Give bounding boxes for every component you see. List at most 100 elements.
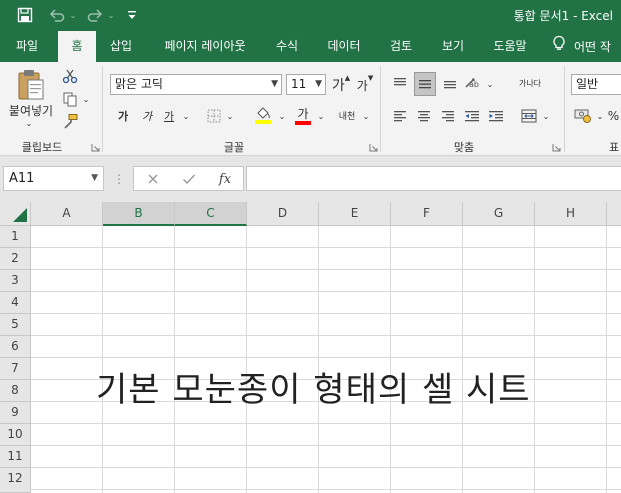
font-name-dropdown-icon: ▼ [271, 79, 278, 89]
gridline [246, 226, 247, 493]
gridline [534, 226, 535, 493]
row-header[interactable]: 2 [0, 248, 31, 270]
decrease-indent-icon[interactable] [462, 106, 482, 126]
column-header[interactable]: F [391, 202, 463, 226]
column-header[interactable]: C [175, 202, 247, 226]
row-header[interactable]: 3 [0, 270, 31, 292]
font-name-value: 맑은 고딕 [115, 77, 163, 91]
align-right-icon[interactable] [438, 106, 458, 126]
save-icon[interactable] [14, 5, 36, 25]
underline-button[interactable]: 가 [160, 106, 178, 126]
tell-me-box[interactable]: 어떤 작 [552, 31, 611, 62]
name-box[interactable]: A11 ▼ [3, 166, 104, 191]
clipboard-launcher-icon[interactable] [91, 141, 100, 152]
column-header[interactable]: A [31, 202, 103, 226]
column-header[interactable]: D [247, 202, 319, 226]
window-title: 통합 문서1 - Excel [513, 9, 613, 23]
font-color-dropdown-icon[interactable]: ⌄ [315, 108, 327, 124]
wrap-text-button[interactable]: 가나다 [518, 70, 542, 96]
redo-icon[interactable] [84, 5, 106, 25]
row-header[interactable]: 6 [0, 336, 31, 358]
underline-dropdown-icon[interactable]: ⌄ [180, 108, 192, 124]
align-center-icon[interactable] [414, 106, 434, 126]
orientation-icon[interactable]: ab [462, 72, 484, 94]
italic-button[interactable]: 가 [138, 106, 156, 126]
row-header[interactable]: 10 [0, 424, 31, 446]
font-launcher-icon[interactable] [369, 141, 378, 152]
shrink-font-button[interactable]: 가 ▼ [355, 74, 375, 96]
redo-dropdown-icon[interactable]: ⌄ [106, 5, 116, 25]
undo-dropdown-icon[interactable]: ⌄ [68, 5, 78, 25]
copy-icon[interactable] [60, 90, 80, 108]
column-header[interactable]: G [463, 202, 535, 226]
accounting-dropdown-icon[interactable]: ⌄ [594, 108, 606, 124]
lightbulb-icon [552, 32, 570, 62]
merge-center-icon[interactable] [518, 106, 540, 126]
borders-dropdown-icon[interactable]: ⌄ [224, 108, 236, 124]
tab-data[interactable]: 데이터 [320, 31, 368, 62]
ribbon-separator [380, 66, 381, 152]
row-header[interactable]: 1 [0, 226, 31, 248]
font-name-combo[interactable]: 맑은 고딕 ▼ [110, 74, 282, 95]
column-header[interactable]: H [535, 202, 607, 226]
phonetic-button[interactable]: 내천 [336, 104, 358, 126]
tab-review[interactable]: 검토 [382, 31, 420, 62]
phonetic-dropdown-icon[interactable]: ⌄ [360, 108, 372, 124]
wrap-text-glyph: 가나다 [518, 78, 542, 88]
enter-icon[interactable] [176, 169, 202, 189]
customize-icon[interactable] [124, 5, 140, 25]
row-header[interactable]: 5 [0, 314, 31, 336]
bold-button[interactable]: 가 [114, 106, 132, 126]
row-header[interactable]: 8 [0, 380, 31, 402]
undo-icon[interactable] [46, 5, 68, 25]
column-header[interactable]: E [319, 202, 391, 226]
name-box-value: A11 [9, 171, 35, 186]
font-size-combo[interactable]: 11 ▼ [286, 74, 326, 95]
row-header[interactable]: 9 [0, 402, 31, 424]
paste-button[interactable]: 붙여넣기 [4, 102, 58, 118]
orientation-dropdown-icon[interactable]: ⌄ [484, 76, 496, 92]
font-color-button[interactable]: 가 [292, 104, 314, 128]
align-left-icon[interactable] [390, 106, 410, 126]
gridline [31, 489, 621, 490]
fill-color-dropdown-icon[interactable]: ⌄ [276, 108, 288, 124]
row-header[interactable]: 4 [0, 292, 31, 314]
tab-view[interactable]: 보기 [434, 31, 472, 62]
percent-icon[interactable]: % [606, 106, 621, 126]
increase-indent-icon[interactable] [486, 106, 506, 126]
tab-help[interactable]: 도움말 [486, 31, 534, 62]
copy-dropdown-icon[interactable]: ⌄ [80, 92, 92, 106]
fill-color-icon[interactable] [252, 104, 274, 126]
font-size-value: 11 [291, 77, 307, 91]
borders-icon[interactable] [204, 106, 224, 126]
format-painter-icon[interactable] [60, 112, 80, 130]
cancel-icon[interactable] [140, 169, 166, 189]
column-header[interactable]: B [103, 202, 175, 226]
formula-input[interactable] [246, 166, 621, 191]
accounting-format-icon[interactable] [572, 104, 594, 126]
worksheet-grid[interactable]: A B C D E F G H 1 2 3 4 5 6 7 8 9 10 11 … [0, 202, 621, 493]
alignment-launcher-icon[interactable] [552, 141, 561, 152]
row-header[interactable]: 11 [0, 446, 31, 468]
tab-file[interactable]: 파일 [2, 31, 52, 62]
tab-page-layout[interactable]: 페이지 레이아웃 [150, 31, 260, 62]
tab-formulas[interactable]: 수식 [268, 31, 306, 62]
paste-dropdown-icon[interactable]: ⌄ [22, 118, 36, 128]
title-bar: ⌄ ⌄ 통합 문서1 - Excel [0, 0, 621, 31]
formula-bar-grip-icon[interactable]: ⋮ [112, 170, 126, 188]
insert-function-button[interactable]: fx [212, 169, 238, 189]
align-top-icon[interactable] [390, 72, 410, 94]
column-header[interactable] [607, 202, 621, 226]
select-all-corner[interactable] [0, 202, 31, 226]
cut-icon[interactable] [60, 67, 80, 85]
tab-insert[interactable]: 삽입 [102, 31, 140, 62]
row-header[interactable]: 12 [0, 468, 31, 493]
merge-dropdown-icon[interactable]: ⌄ [540, 108, 552, 124]
align-middle-icon[interactable] [414, 72, 436, 96]
number-format-combo[interactable]: 일반 [571, 74, 621, 95]
row-header[interactable]: 7 [0, 358, 31, 380]
paste-icon[interactable] [12, 66, 48, 104]
grow-font-button[interactable]: 가 ▲ [331, 74, 351, 96]
align-bottom-icon[interactable] [440, 72, 460, 94]
tab-home[interactable]: 홈 [58, 31, 96, 62]
